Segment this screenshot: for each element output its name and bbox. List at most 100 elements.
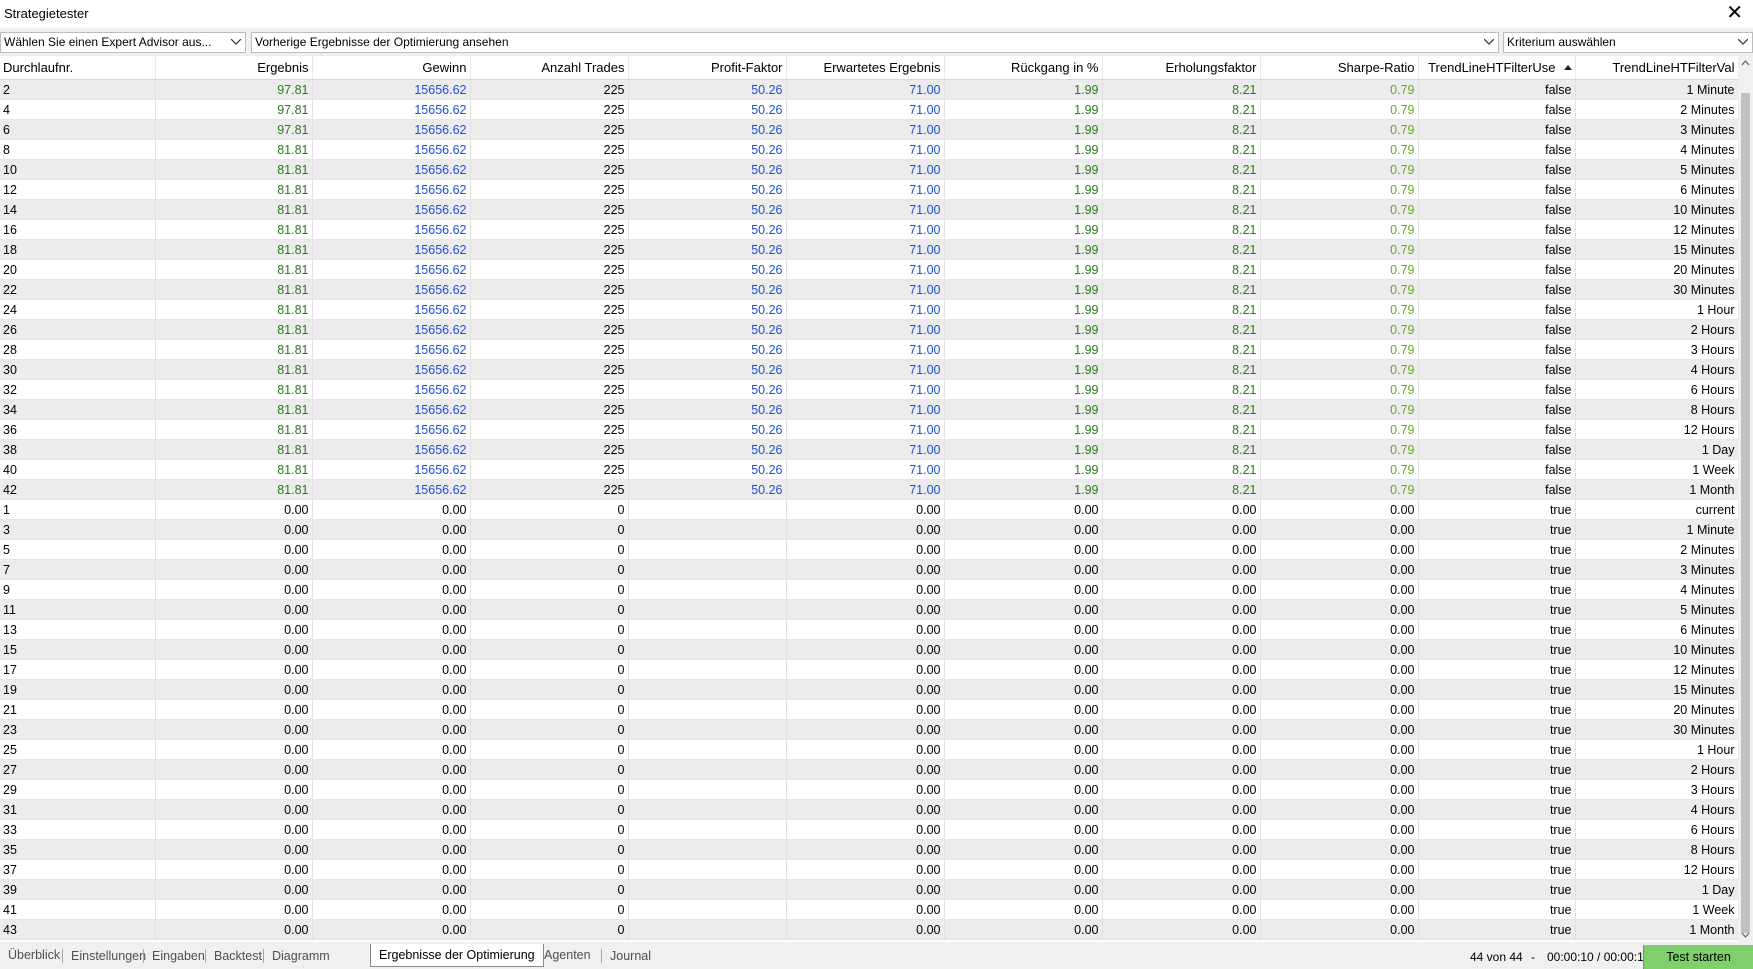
table-row[interactable]: 22 81.81 15656.62 225 50.26 71.00 1.99 8.21 0.79…	[0, 279, 1738, 300]
table-cell: true	[1418, 699, 1576, 720]
table-row[interactable]: 43 0.00 0.00 0 0.00 0.00 0.00 0.00 true 1 Month	[0, 919, 1738, 940]
column-header[interactable]: TrendLineHTFilterUse	[1418, 56, 1576, 80]
table-row[interactable]: 26 81.81 15656.62 225 50.26 71.00 1.99 8.21 0.79…	[0, 319, 1738, 340]
start-test-button[interactable]: Test starten	[1643, 945, 1753, 969]
table-row[interactable]: 25 0.00 0.00 0 0.00 0.00 0.00 0.00 true 1 Hour	[0, 739, 1738, 760]
table-row[interactable]: 3 0.00 0.00 0 0.00 0.00 0.00 0.00 true 1 Minute	[0, 519, 1738, 540]
column-header[interactable]: Ergebnis	[155, 56, 313, 80]
column-header[interactable]: Profit-Faktor	[628, 56, 787, 80]
table-row[interactable]: 8 81.81 15656.62 225 50.26 71.00 1.99 8.21 0.79 f…	[0, 139, 1738, 160]
table-cell: 30 Minutes	[1575, 279, 1738, 300]
table-cell: false	[1418, 439, 1576, 460]
table-row[interactable]: 37 0.00 0.00 0 0.00 0.00 0.00 0.00 true 12 Hours	[0, 859, 1738, 880]
table-row[interactable]: 34 81.81 15656.62 225 50.26 71.00 1.99 8.21 0.79…	[0, 399, 1738, 420]
table-cell: 81.81	[155, 359, 313, 380]
table-cell	[628, 859, 787, 880]
table-row[interactable]: 32 81.81 15656.62 225 50.26 71.00 1.99 8.21 0.79…	[0, 379, 1738, 400]
table-row[interactable]: 12 81.81 15656.62 225 50.26 71.00 1.99 8.21 0.79…	[0, 179, 1738, 200]
table-cell: 0.00	[312, 519, 471, 540]
previous-results-select[interactable]: Vorherige Ergebnisse der Optimierung ans…	[251, 32, 1499, 53]
table-cell: 15656.62	[312, 219, 471, 240]
table-row[interactable]: 24 81.81 15656.62 225 50.26 71.00 1.99 8.21 0.79…	[0, 299, 1738, 320]
vertical-scrollbar[interactable]	[1738, 56, 1753, 942]
table-row[interactable]: 6 97.81 15656.62 225 50.26 71.00 1.99 8.21 0.79 f…	[0, 119, 1738, 140]
table-row[interactable]: 35 0.00 0.00 0 0.00 0.00 0.00 0.00 true 8 Hours	[0, 839, 1738, 860]
table-row[interactable]: 15 0.00 0.00 0 0.00 0.00 0.00 0.00 true 10 Minute…	[0, 639, 1738, 660]
table-cell: 0.79	[1260, 419, 1419, 440]
table-row[interactable]: 42 81.81 15656.62 225 50.26 71.00 1.99 8.21 0.79…	[0, 479, 1738, 500]
tab-agenten[interactable]: Agenten	[536, 945, 599, 967]
table-row[interactable]: 28 81.81 15656.62 225 50.26 71.00 1.99 8.21 0.79…	[0, 339, 1738, 360]
table-cell: 13	[0, 619, 156, 640]
table-cell: 1 Day	[1575, 879, 1738, 900]
table-row[interactable]: 11 0.00 0.00 0 0.00 0.00 0.00 0.00 true 5 Minutes	[0, 599, 1738, 620]
table-cell: 15656.62	[312, 199, 471, 220]
table-row[interactable]: 10 81.81 15656.62 225 50.26 71.00 1.99 8.21 0.79…	[0, 159, 1738, 180]
table-row[interactable]: 30 81.81 15656.62 225 50.26 71.00 1.99 8.21 0.79…	[0, 359, 1738, 380]
table-row[interactable]: 5 0.00 0.00 0 0.00 0.00 0.00 0.00 true 2 Minutes	[0, 539, 1738, 560]
column-header[interactable]: Sharpe-Ratio	[1260, 56, 1419, 80]
tab-diagramm[interactable]: Diagramm	[263, 949, 338, 963]
table-cell	[628, 879, 787, 900]
table-row[interactable]: 19 0.00 0.00 0 0.00 0.00 0.00 0.00 true 15 Minute…	[0, 679, 1738, 700]
table-row[interactable]: 38 81.81 15656.62 225 50.26 71.00 1.99 8.21 0.79…	[0, 439, 1738, 460]
table-cell: 225	[470, 259, 629, 280]
column-header[interactable]: Gewinn	[312, 56, 471, 80]
table-cell: 0.00	[786, 819, 945, 840]
table-row[interactable]: 40 81.81 15656.62 225 50.26 71.00 1.99 8.21 0.79…	[0, 459, 1738, 480]
column-header[interactable]: Anzahl Trades	[470, 56, 629, 80]
scroll-up-icon[interactable]	[1738, 56, 1753, 70]
table-row[interactable]: 39 0.00 0.00 0 0.00 0.00 0.00 0.00 true 1 Day	[0, 879, 1738, 900]
tab-eingaben[interactable]: Eingaben	[143, 949, 213, 963]
table-cell: 0.79	[1260, 199, 1419, 220]
table-cell: 0.00	[786, 679, 945, 700]
tab-ergebnisse-der-optimierung[interactable]: Ergebnisse der Optimierung	[370, 944, 544, 967]
table-row[interactable]: 16 81.81 15656.62 225 50.26 71.00 1.99 8.21 0.79…	[0, 219, 1738, 240]
table-row[interactable]: 18 81.81 15656.62 225 50.26 71.00 1.99 8.21 0.79…	[0, 239, 1738, 260]
tab-journal[interactable]: Journal	[601, 949, 659, 963]
table-row[interactable]: 36 81.81 15656.62 225 50.26 71.00 1.99 8.21 0.79…	[0, 419, 1738, 440]
column-header[interactable]: TrendLineHTFilterVal	[1575, 56, 1738, 80]
column-header[interactable]: Erwartetes Ergebnis	[786, 56, 945, 80]
table-row[interactable]: 27 0.00 0.00 0 0.00 0.00 0.00 0.00 true 2 Hours	[0, 759, 1738, 780]
table-row[interactable]: 2 97.81 15656.62 225 50.26 71.00 1.99 8.21 0.79 f…	[0, 79, 1738, 100]
column-header[interactable]: Rückgang in %	[944, 56, 1103, 80]
table-row[interactable]: 21 0.00 0.00 0 0.00 0.00 0.00 0.00 true 20 Minute…	[0, 699, 1738, 720]
close-icon[interactable]: ✕	[1726, 2, 1743, 24]
tab-einstellungen[interactable]: Einstellungen	[62, 949, 154, 963]
table-row[interactable]: 7 0.00 0.00 0 0.00 0.00 0.00 0.00 true 3 Minutes	[0, 559, 1738, 580]
tab-backtest[interactable]: Backtest	[205, 949, 270, 963]
table-row[interactable]: 20 81.81 15656.62 225 50.26 71.00 1.99 8.21 0.79…	[0, 259, 1738, 280]
column-header[interactable]: Erholungsfaktor	[1102, 56, 1261, 80]
table-row[interactable]: 41 0.00 0.00 0 0.00 0.00 0.00 0.00 true 1 Week	[0, 899, 1738, 920]
table-cell: 225	[470, 359, 629, 380]
scrollbar-thumb[interactable]	[1741, 93, 1750, 933]
table-row[interactable]: 9 0.00 0.00 0 0.00 0.00 0.00 0.00 true 4 Minutes	[0, 579, 1738, 600]
table-cell: false	[1418, 99, 1576, 120]
table-cell: 4 Hours	[1575, 359, 1738, 380]
table-cell: 1.99	[944, 219, 1103, 240]
table-row[interactable]: 14 81.81 15656.62 225 50.26 71.00 1.99 8.21 0.79…	[0, 199, 1738, 220]
table-cell: 0.00	[155, 659, 313, 680]
expert-advisor-select[interactable]: Wählen Sie einen Expert Advisor aus...	[0, 32, 246, 53]
column-header[interactable]: Durchlaufnr.	[0, 56, 156, 80]
scroll-down-icon[interactable]	[1738, 928, 1753, 942]
table-cell: false	[1418, 319, 1576, 340]
table-row[interactable]: 17 0.00 0.00 0 0.00 0.00 0.00 0.00 true 12 Minute…	[0, 659, 1738, 680]
tab-ueberblick[interactable]: Überblick	[0, 945, 68, 967]
table-row[interactable]: 33 0.00 0.00 0 0.00 0.00 0.00 0.00 true 6 Hours	[0, 819, 1738, 840]
table-row[interactable]: 13 0.00 0.00 0 0.00 0.00 0.00 0.00 true 6 Minutes	[0, 619, 1738, 640]
table-row[interactable]: 31 0.00 0.00 0 0.00 0.00 0.00 0.00 true 4 Hours	[0, 799, 1738, 820]
table-cell: 0.00	[1102, 859, 1261, 880]
table-row[interactable]: 23 0.00 0.00 0 0.00 0.00 0.00 0.00 true 30 Minute…	[0, 719, 1738, 740]
table-cell: 10 Minutes	[1575, 199, 1738, 220]
table-cell: 50.26	[628, 199, 787, 220]
table-cell: 0.00	[786, 719, 945, 740]
table-cell: 225	[470, 99, 629, 120]
table-row[interactable]: 4 97.81 15656.62 225 50.26 71.00 1.99 8.21 0.79 f…	[0, 99, 1738, 120]
table-row[interactable]: 1 0.00 0.00 0 0.00 0.00 0.00 0.00 true current	[0, 499, 1738, 520]
criterion-select[interactable]: Kriterium auswählen	[1503, 32, 1753, 53]
table-cell: false	[1418, 399, 1576, 420]
table-cell: 0.00	[786, 859, 945, 880]
table-row[interactable]: 29 0.00 0.00 0 0.00 0.00 0.00 0.00 true 3 Hours	[0, 779, 1738, 800]
